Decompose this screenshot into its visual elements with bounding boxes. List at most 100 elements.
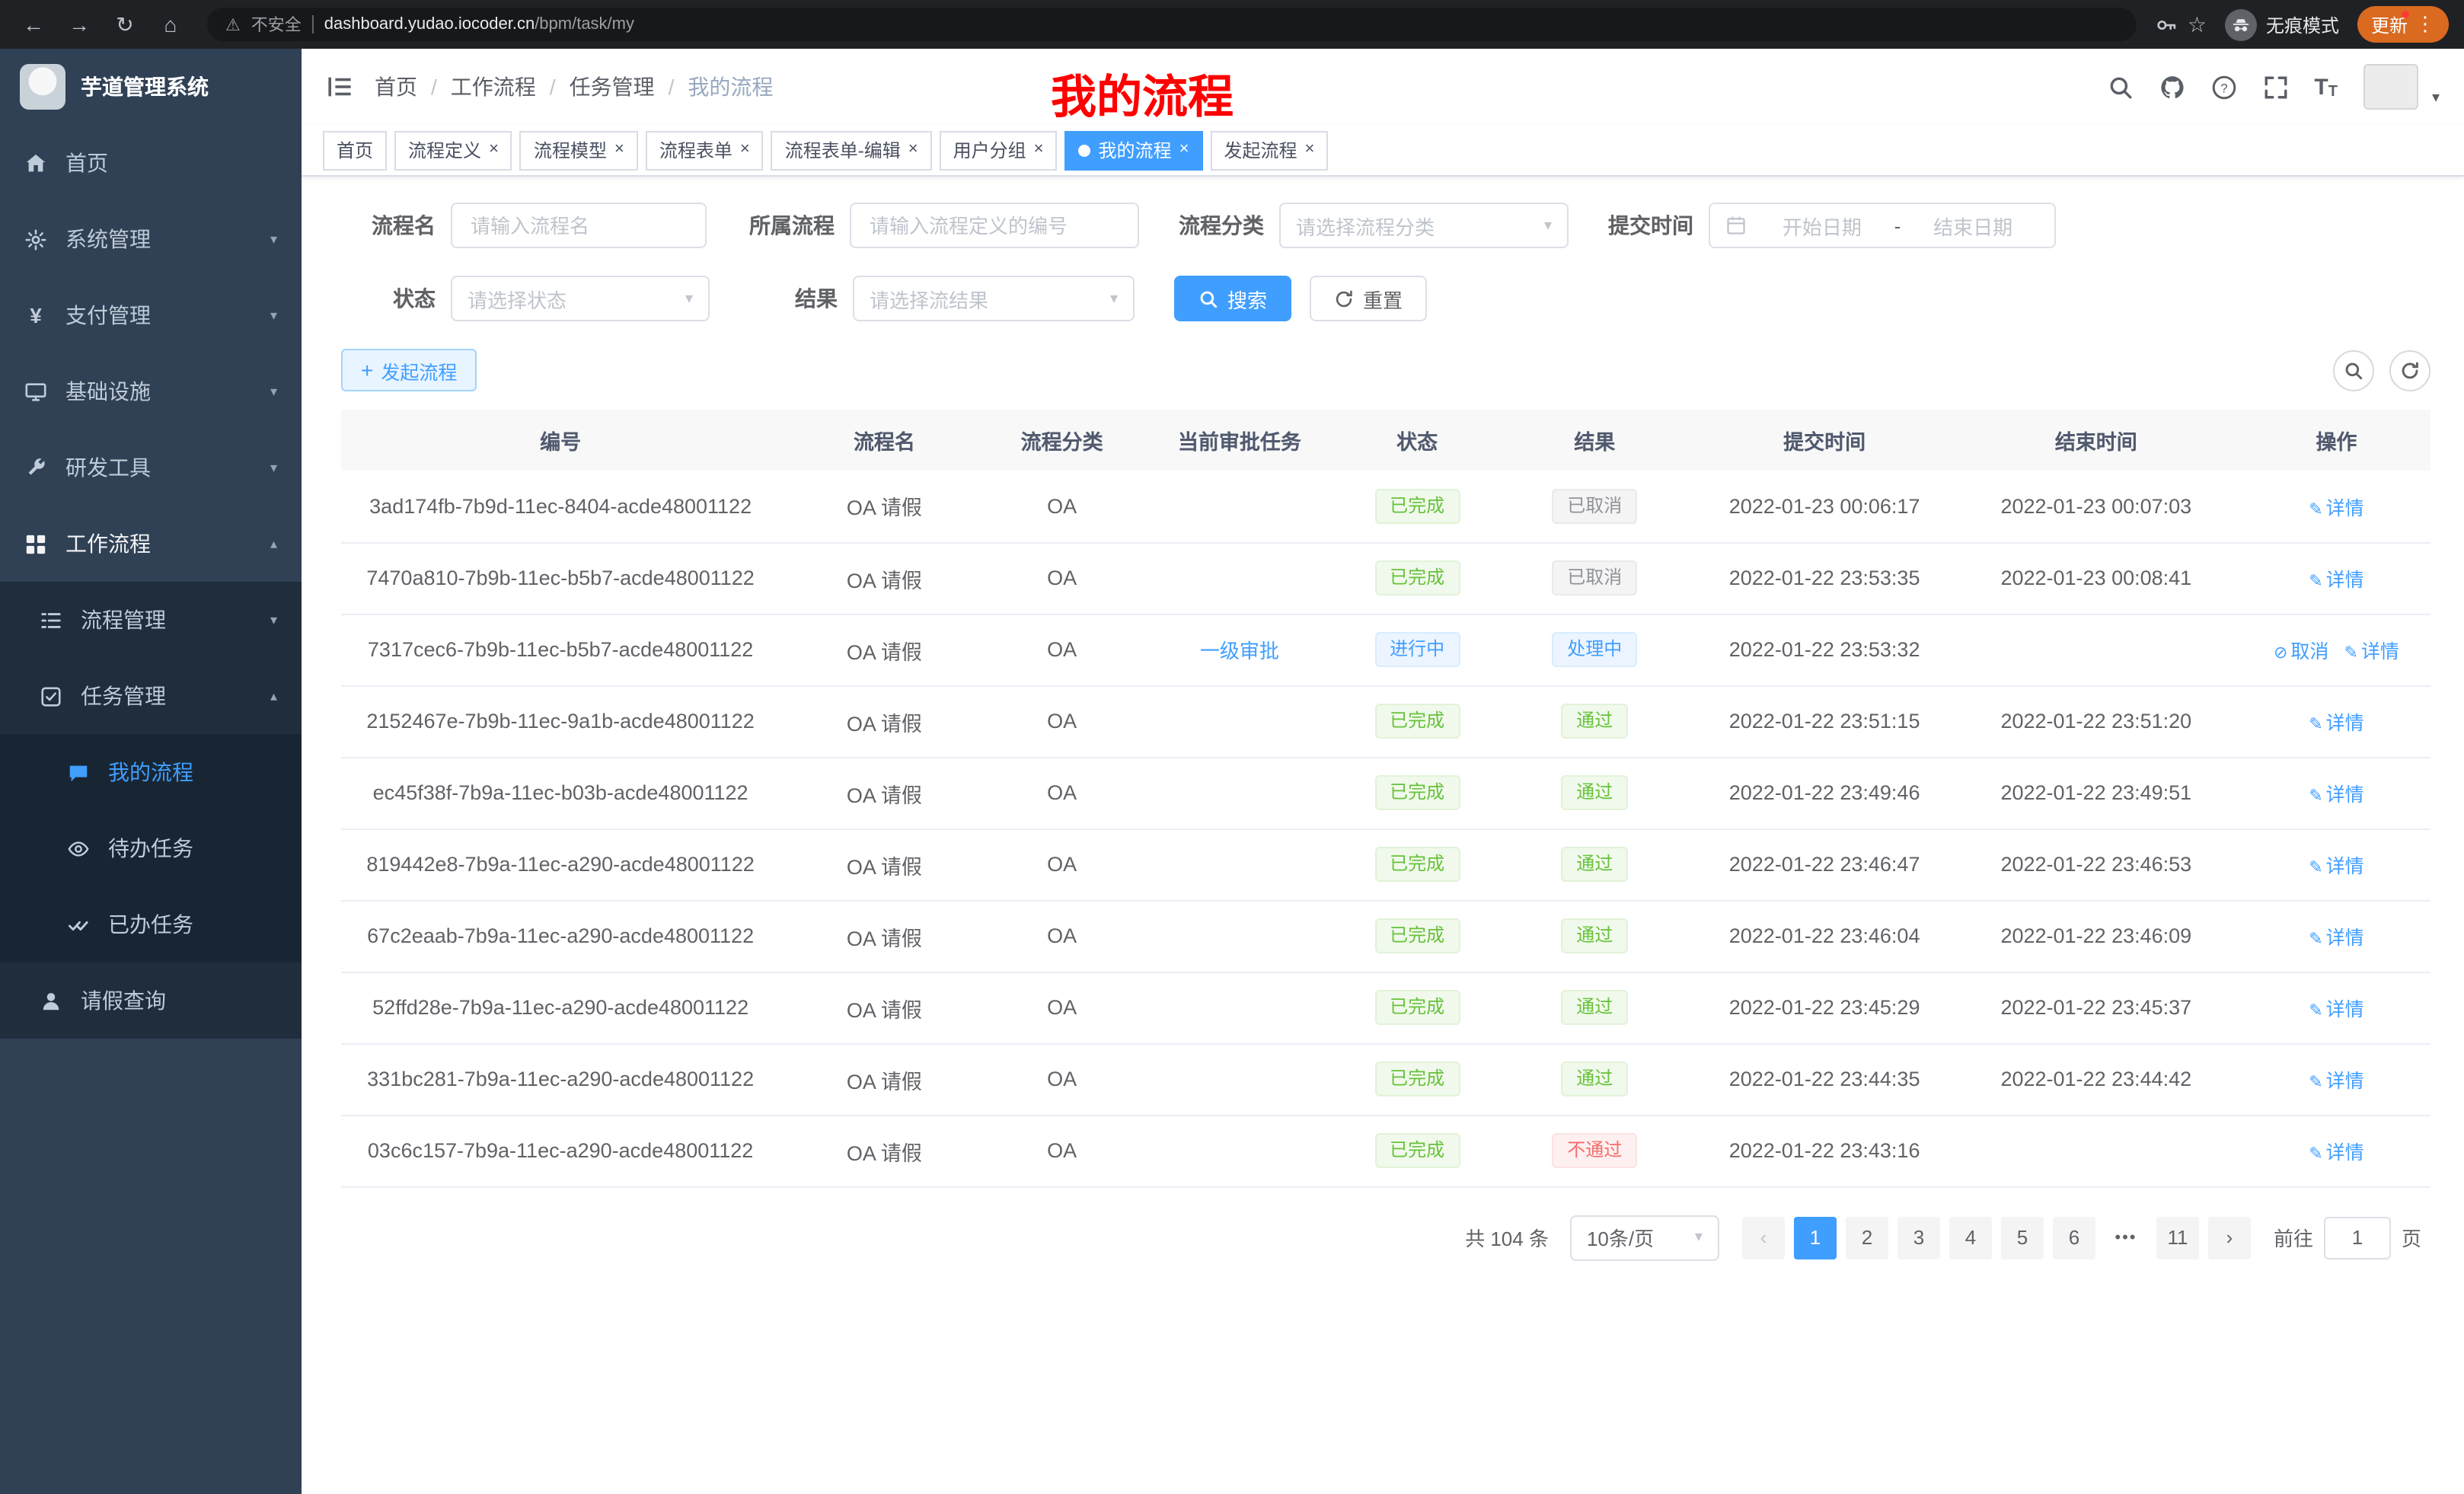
cell-id: 3ad174fb-7b9d-11ec-8404-acde48001122 xyxy=(341,471,780,542)
breadcrumb-item[interactable]: 工作流程 xyxy=(451,72,536,102)
close-icon[interactable]: × xyxy=(1304,142,1314,158)
reload-icon[interactable]: ↻ xyxy=(107,11,143,37)
avatar-caret-icon[interactable]: ▾ xyxy=(2432,90,2440,110)
page-button-4[interactable]: 4 xyxy=(1949,1216,1992,1259)
cell-current-task xyxy=(1135,900,1344,972)
app-logo xyxy=(20,64,65,110)
avatar[interactable] xyxy=(2363,64,2418,110)
page-button-2[interactable]: 2 xyxy=(1846,1216,1888,1259)
browser-home-icon[interactable]: ⌂ xyxy=(152,12,189,37)
fullscreen-icon[interactable] xyxy=(2262,74,2288,100)
reset-button[interactable]: 重置 xyxy=(1310,276,1427,321)
sidebar-item-done-tasks[interactable]: 已办任务 xyxy=(0,886,302,962)
category-label: 流程分类 xyxy=(1179,210,1264,241)
sidebar-item-infra[interactable]: 基础设施 ▾ xyxy=(0,353,302,429)
detail-action[interactable]: ✎详情 xyxy=(2309,713,2363,734)
result-select[interactable]: 请选择流结果 ▾ xyxy=(853,276,1135,321)
page-button-5[interactable]: 5 xyxy=(2001,1216,2044,1259)
detail-action[interactable]: ✎详情 xyxy=(2309,999,2363,1020)
wrench-icon xyxy=(24,456,47,479)
status-badge: 已完成 xyxy=(1374,1133,1460,1168)
process-id-input[interactable] xyxy=(850,203,1139,248)
page-button-1[interactable]: 1 xyxy=(1794,1216,1837,1259)
tab-start-process[interactable]: 发起流程× xyxy=(1210,130,1328,170)
update-button[interactable]: 更新 ⋮ xyxy=(2357,6,2449,43)
sidebar-item-task-management[interactable]: 任务管理 ▴ xyxy=(0,658,302,734)
close-icon[interactable]: × xyxy=(740,142,750,158)
sidebar-item-process-management[interactable]: 流程管理 ▾ xyxy=(0,582,302,658)
detail-action[interactable]: ✎详情 xyxy=(2309,927,2363,949)
close-icon[interactable]: × xyxy=(489,142,499,158)
close-icon[interactable]: × xyxy=(614,142,624,158)
sidebar-item-system[interactable]: 系统管理 ▾ xyxy=(0,201,302,277)
sidebar-collapse-icon[interactable] xyxy=(326,73,353,101)
help-icon[interactable]: ? xyxy=(2210,74,2236,100)
cell-id: 52ffd28e-7b9a-11ec-a290-acde48001122 xyxy=(341,972,780,1043)
cell-name: OA 请假 xyxy=(780,1043,988,1115)
search-icon[interactable] xyxy=(2107,74,2133,100)
back-icon[interactable]: ← xyxy=(15,12,52,37)
refresh-table-button[interactable] xyxy=(2389,350,2430,391)
search-button[interactable]: 搜索 xyxy=(1174,276,1291,321)
sidebar-item-payment[interactable]: ¥ 支付管理 ▾ xyxy=(0,277,302,353)
detail-action[interactable]: ✎详情 xyxy=(2309,1142,2363,1164)
cell-status: 已完成 xyxy=(1344,900,1490,972)
create-process-button[interactable]: + 发起流程 xyxy=(341,349,477,391)
detail-action[interactable]: ✎详情 xyxy=(2309,784,2363,806)
tab-process-model[interactable]: 流程模型× xyxy=(520,130,638,170)
tab-my-process[interactable]: 我的流程× xyxy=(1065,130,1203,170)
start-date-input[interactable]: 开始日期 xyxy=(1756,211,1888,240)
page-button-3[interactable]: 3 xyxy=(1897,1216,1940,1259)
sidebar-item-home[interactable]: 首页 xyxy=(0,125,302,201)
address-bar[interactable]: ⚠ 不安全 dashboard.yudao.iocoder.cn/bpm/tas… xyxy=(207,8,2137,41)
page-button-6[interactable]: 6 xyxy=(2053,1216,2095,1259)
cancel-action[interactable]: ⊘取消 xyxy=(2274,641,2328,662)
security-label[interactable]: 不安全 xyxy=(251,12,302,37)
font-size-icon[interactable]: TT xyxy=(2314,74,2338,100)
close-icon[interactable]: × xyxy=(1179,142,1189,158)
detail-action[interactable]: ✎详情 xyxy=(2309,856,2363,877)
breadcrumb-item[interactable]: 任务管理 xyxy=(570,72,655,102)
close-icon[interactable]: × xyxy=(1034,142,1044,158)
detail-action[interactable]: ✎详情 xyxy=(2309,1071,2363,1092)
category-select[interactable]: 请选择流程分类 ▾ xyxy=(1279,203,1569,248)
cell-actions: ✎详情 xyxy=(2242,471,2430,542)
end-date-input[interactable]: 结束日期 xyxy=(1907,211,2039,240)
status-select[interactable]: 请选择状态 ▾ xyxy=(451,276,710,321)
tab-user-group[interactable]: 用户分组× xyxy=(940,130,1058,170)
table-row: 331bc281-7b9a-11ec-a290-acde48001122OA 请… xyxy=(341,1043,2430,1115)
app-logo-row[interactable]: 芋道管理系统 xyxy=(0,49,302,125)
date-range-picker[interactable]: 开始日期 - 结束日期 xyxy=(1709,203,2056,248)
cell-actions: ✎详情 xyxy=(2242,1115,2430,1186)
browser-chrome: ← → ↻ ⌂ ⚠ 不安全 dashboard.yudao.iocoder.cn… xyxy=(0,0,2464,49)
goto-page-input[interactable] xyxy=(2324,1216,2391,1259)
page-button-11[interactable]: 11 xyxy=(2156,1216,2199,1259)
tab-home[interactable]: 首页 xyxy=(323,130,387,170)
forward-icon[interactable]: → xyxy=(61,12,97,37)
detail-action[interactable]: ✎详情 xyxy=(2344,641,2399,662)
prev-page-button[interactable]: ‹ xyxy=(1742,1216,1785,1259)
next-page-button[interactable]: › xyxy=(2208,1216,2251,1259)
page-ellipsis[interactable]: ••• xyxy=(2105,1228,2147,1247)
password-key-icon[interactable] xyxy=(2156,13,2178,36)
tab-process-form[interactable]: 流程表单× xyxy=(646,130,764,170)
github-icon[interactable] xyxy=(2159,74,2185,100)
process-name-input[interactable] xyxy=(451,203,707,248)
sidebar-item-workflow[interactable]: 工作流程 ▴ xyxy=(0,506,302,582)
tab-process-definition[interactable]: 流程定义× xyxy=(394,130,512,170)
sidebar-item-devtools[interactable]: 研发工具 ▾ xyxy=(0,429,302,506)
bookmark-star-icon[interactable]: ☆ xyxy=(2188,11,2207,37)
breadcrumb-item[interactable]: 首页 xyxy=(375,72,417,102)
detail-action[interactable]: ✎详情 xyxy=(2309,498,2363,519)
sidebar-item-todo-tasks[interactable]: 待办任务 xyxy=(0,810,302,886)
close-icon[interactable]: × xyxy=(908,142,918,158)
tab-process-form-edit[interactable]: 流程表单-编辑× xyxy=(771,130,932,170)
detail-action[interactable]: ✎详情 xyxy=(2309,570,2363,591)
sidebar-item-leave-query[interactable]: 请假查询 xyxy=(0,962,302,1039)
page-size-select[interactable]: 10条/页 ▾ xyxy=(1570,1215,1719,1260)
sidebar-item-my-process[interactable]: 我的流程 xyxy=(0,734,302,810)
cell-result: 通过 xyxy=(1490,1043,1699,1115)
search-toggle-button[interactable] xyxy=(2333,350,2374,391)
browser-menu-icon[interactable]: ⋮ xyxy=(2415,12,2435,37)
task-link[interactable]: 一级审批 xyxy=(1200,640,1279,662)
